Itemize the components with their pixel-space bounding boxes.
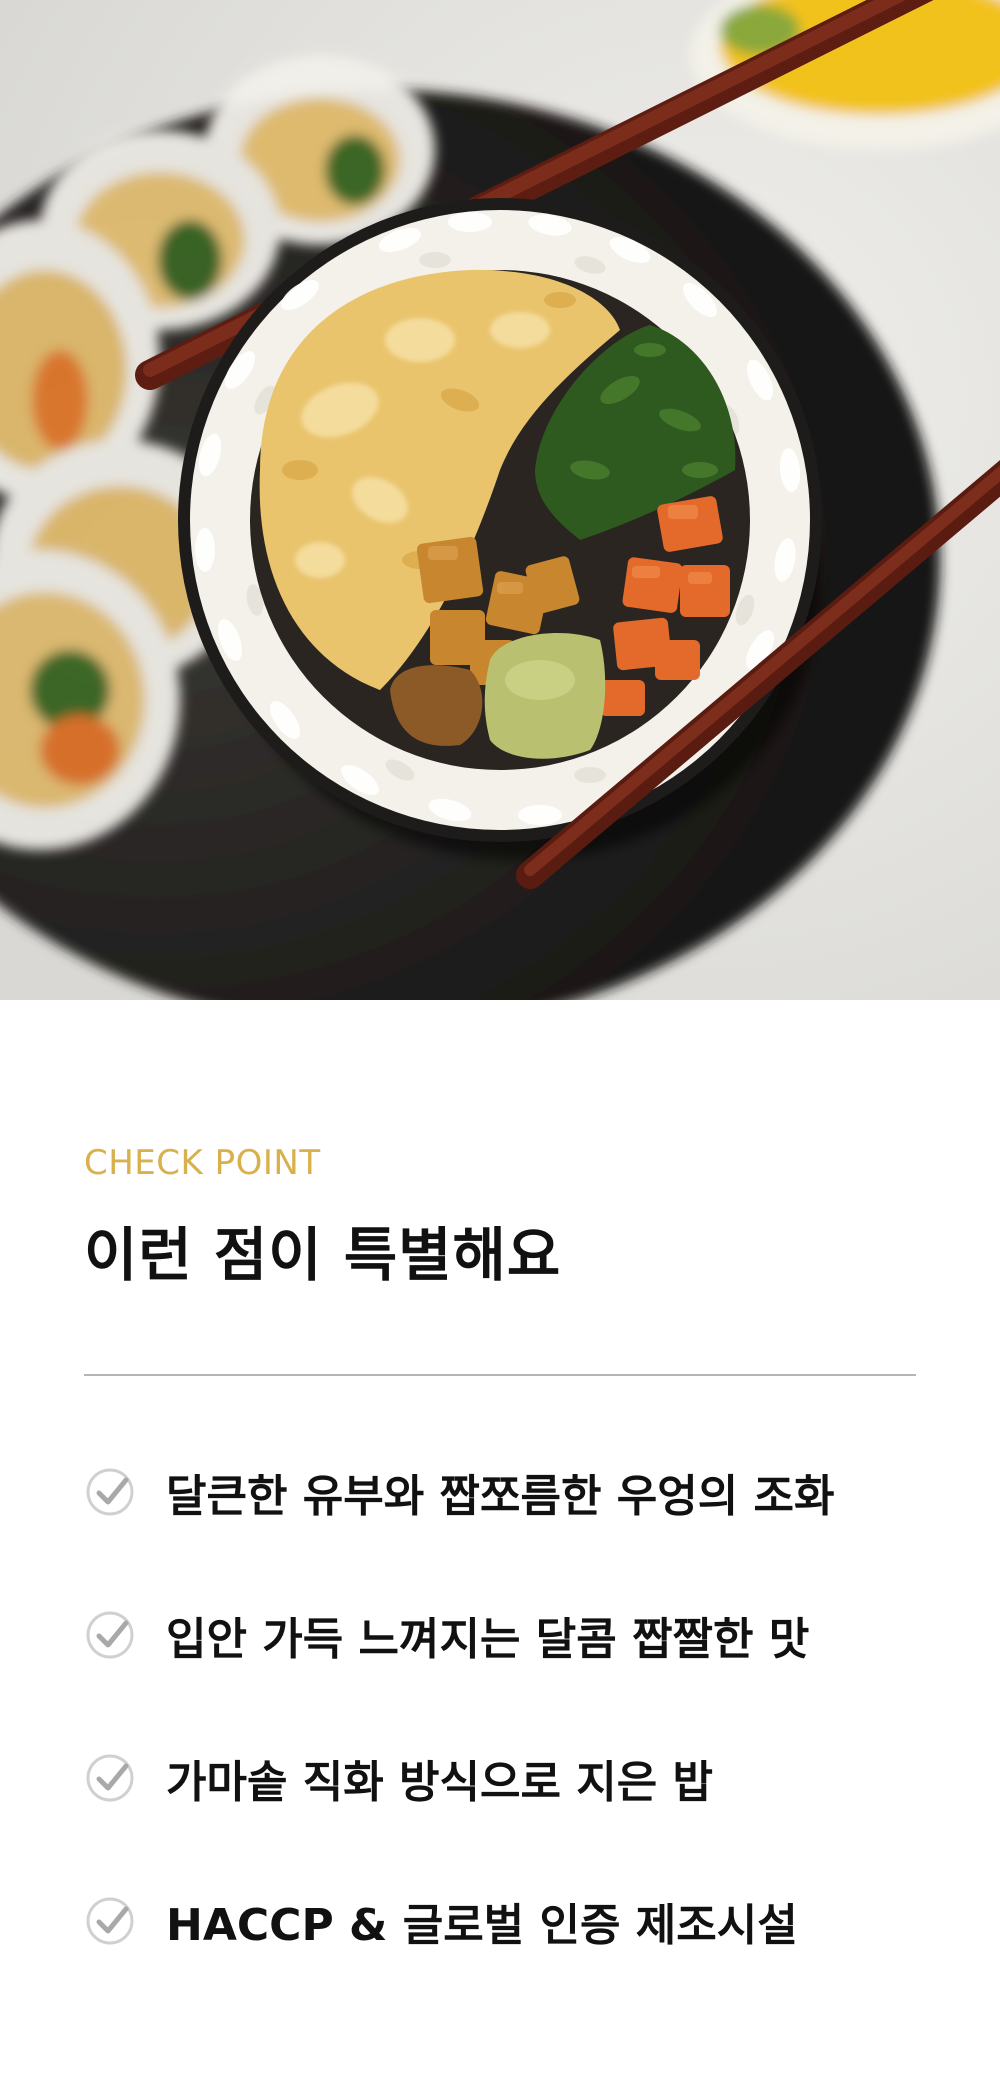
section-divider — [84, 1374, 916, 1376]
gimbap-photo — [0, 0, 1000, 1000]
checklist-item-text: 입안 가득 느껴지는 달콤 짭짤한 맛 — [166, 1613, 810, 1665]
checklist-item: 달큰한 유부와 짭쪼름한 우엉의 조화 — [84, 1420, 964, 1563]
checklist-item-text: 달큰한 유부와 짭쪼름한 우엉의 조화 — [166, 1470, 835, 1522]
checklist-item: 가마솥 직화 방식으로 지은 밥 — [84, 1706, 964, 1849]
check-circle-icon — [84, 1752, 136, 1804]
check-point-section: CHECK POINT 이런 점이 특별해요 달큰한 유부와 짭쪼름한 우엉의 … — [0, 1000, 1000, 2098]
check-circle-icon — [84, 1609, 136, 1661]
feature-checklist: 달큰한 유부와 짭쪼름한 우엉의 조화 입안 가득 느껴지는 달콤 짭짤한 맛 … — [84, 1420, 964, 1992]
checklist-item: HACCP & 글로벌 인증 제조시설 — [84, 1849, 964, 1992]
check-circle-icon — [84, 1466, 136, 1518]
section-title: 이런 점이 특별해요 — [84, 1221, 562, 1289]
checklist-item: 입안 가득 느껴지는 달콤 짭짤한 맛 — [84, 1563, 964, 1706]
checklist-item-text: HACCP & 글로벌 인증 제조시설 — [166, 1899, 798, 1951]
hero-image — [0, 0, 1000, 1000]
check-circle-icon — [84, 1895, 136, 1947]
section-eyebrow: CHECK POINT — [84, 1143, 321, 1183]
checklist-item-text: 가마솥 직화 방식으로 지은 밥 — [166, 1756, 714, 1808]
